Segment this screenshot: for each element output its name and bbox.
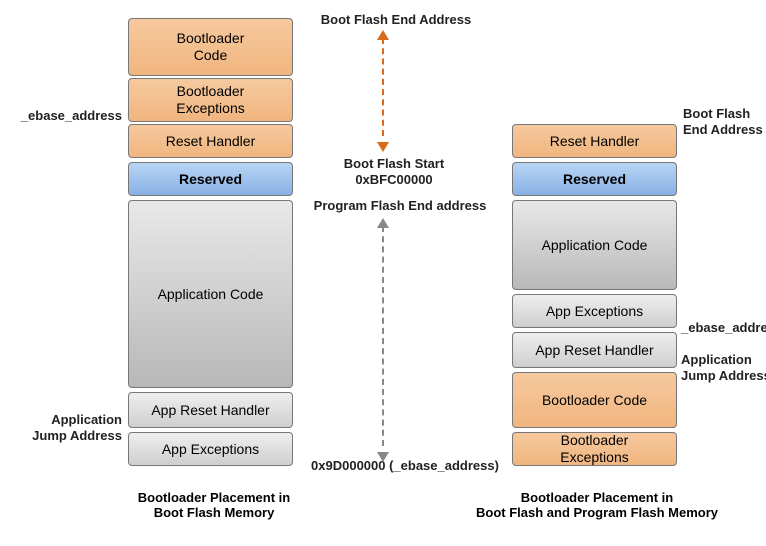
right-caption: Bootloader Placement inBoot Flash and Pr… [462,490,732,520]
left-caption: Bootloader Placement inBoot Flash Memory [114,490,314,520]
right-app_exc-box: App Exceptions [512,294,677,328]
right-app_reset-box: App Reset Handler [512,332,677,368]
arrow-program-flash-down-icon [377,452,389,462]
right-reset-box: Reset Handler [512,124,677,158]
right-appjump-label: ApplicationJump Address [681,352,766,385]
left-app_exc-box: App Exceptions [128,432,293,466]
left-app_reset-box: App Reset Handler [128,392,293,428]
right-app_code-box: Application Code [512,200,677,290]
left-app_code-box: Application Code [128,200,293,388]
right-bl_code-box: Bootloader Code [512,372,677,428]
right-ebase-label: _ebase_address [681,320,766,336]
arrow-boot-flash-up-icon [377,30,389,40]
center-bootend-label: Boot Flash End Address [306,12,486,28]
left-reset-box: Reset Handler [128,124,293,158]
right-bootend-label: Boot FlashEnd Address [683,106,766,139]
arrow-program-flash [382,226,384,446]
center-bootstart-label: Boot Flash Start0xBFC00000 [304,156,484,189]
arrow-boot-flash [382,38,384,136]
left-bl_code-box: BootloaderCode [128,18,293,76]
left-bl_exc-box: BootloaderExceptions [128,78,293,122]
center-pflashend-label: Program Flash End address [300,198,500,214]
right-bl_exc-box: BootloaderExceptions [512,432,677,466]
center-bottom-label: 0x9D000000 (_ebase_address) [300,458,510,474]
arrow-boot-flash-down-icon [377,142,389,152]
left-ebase-label: _ebase_address [6,108,122,124]
left-appjump-label: ApplicationJump Address [18,412,122,445]
left-reserved-box: Reserved [128,162,293,196]
right-reserved-box: Reserved [512,162,677,196]
arrow-program-flash-up-icon [377,218,389,228]
